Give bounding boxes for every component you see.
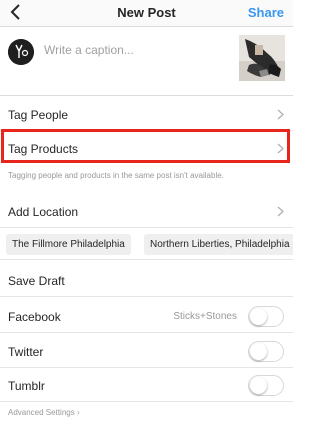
logo-icon (8, 39, 34, 65)
avatar (8, 39, 34, 65)
location-suggestions: The Fillmore Philadelphia Northern Liber… (0, 228, 293, 260)
facebook-account: Sticks+Stones (173, 311, 237, 322)
tumblr-label: Tumblr (8, 379, 45, 393)
facebook-label: Facebook (8, 310, 61, 324)
chevron-right-icon: › (76, 408, 80, 417)
highlight-box (1, 129, 290, 163)
twitter-toggle[interactable] (248, 341, 284, 362)
add-location-row[interactable]: Add Location (0, 195, 293, 228)
caption-input[interactable] (44, 43, 224, 57)
advanced-settings-label: Advanced Settings (8, 408, 75, 417)
facebook-toggle[interactable] (248, 306, 284, 327)
tag-people-label: Tag People (8, 108, 69, 122)
share-button[interactable]: Share (248, 5, 284, 20)
share-twitter-row: Twitter (0, 335, 293, 368)
tag-people-row[interactable]: Tag People (0, 98, 293, 131)
add-location-label: Add Location (8, 205, 79, 219)
share-tumblr-row: Tumblr (0, 369, 293, 402)
location-chip[interactable]: Northern Liberties, Philadelphia (144, 234, 293, 255)
chevron-right-icon (277, 109, 284, 120)
save-draft-row[interactable]: Save Draft (0, 264, 293, 297)
tumblr-toggle[interactable] (248, 375, 284, 396)
caption-section (0, 27, 293, 96)
twitter-label: Twitter (8, 345, 44, 359)
chevron-right-icon (277, 206, 284, 217)
header-bar: New Post Share (0, 0, 293, 27)
location-chip[interactable]: The Fillmore Philadelphia (6, 234, 131, 255)
advanced-settings-link[interactable]: Advanced Settings › (8, 408, 80, 417)
tagging-note: Tagging people and products in the same … (8, 171, 224, 180)
save-draft-label: Save Draft (8, 274, 65, 288)
post-thumbnail (239, 35, 285, 81)
share-facebook-row: Facebook Sticks+Stones (0, 300, 293, 333)
